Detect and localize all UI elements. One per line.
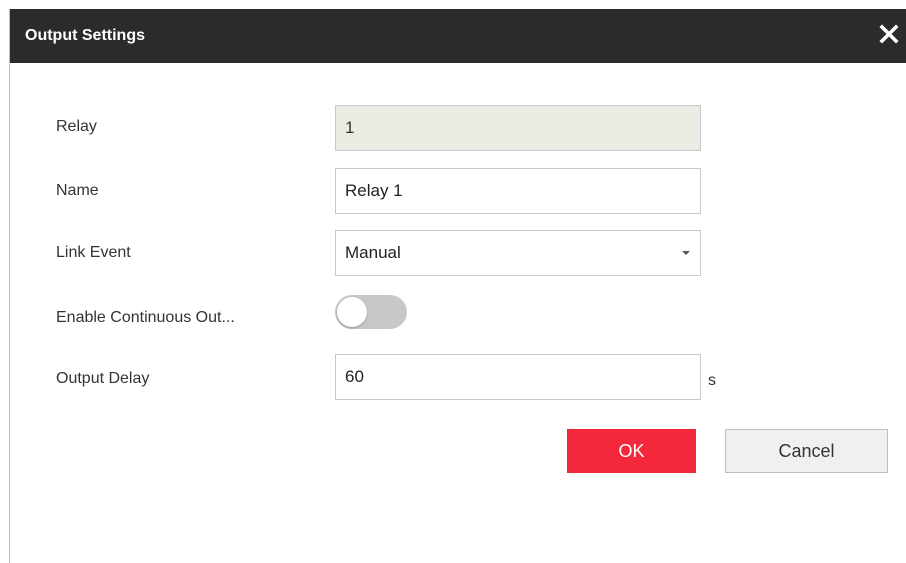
- name-input[interactable]: [335, 168, 701, 214]
- output-delay-label: Output Delay: [56, 370, 150, 387]
- chevron-down-icon: [682, 251, 690, 255]
- link-event-select[interactable]: Manual: [335, 230, 701, 276]
- cancel-button[interactable]: Cancel: [725, 429, 888, 473]
- continuous-output-label: Enable Continuous Out...: [56, 309, 235, 326]
- link-event-label: Link Event: [56, 244, 131, 261]
- dialog-titlebar: Output Settings: [10, 9, 906, 63]
- ok-button[interactable]: OK: [567, 429, 696, 473]
- output-delay-input[interactable]: [335, 354, 701, 400]
- output-delay-unit: s: [708, 372, 716, 389]
- relay-field: [335, 105, 701, 151]
- link-event-selected-value: Manual: [345, 243, 401, 262]
- relay-label: Relay: [56, 118, 97, 135]
- toggle-knob: [337, 297, 367, 327]
- page: Output Settings Relay Name Link Event Ma…: [0, 0, 906, 563]
- dialog-title: Output Settings: [25, 27, 145, 44]
- name-label: Name: [56, 182, 99, 199]
- output-settings-dialog: Output Settings Relay Name Link Event Ma…: [9, 9, 906, 563]
- continuous-output-toggle[interactable]: [335, 295, 407, 329]
- close-icon[interactable]: [877, 22, 901, 46]
